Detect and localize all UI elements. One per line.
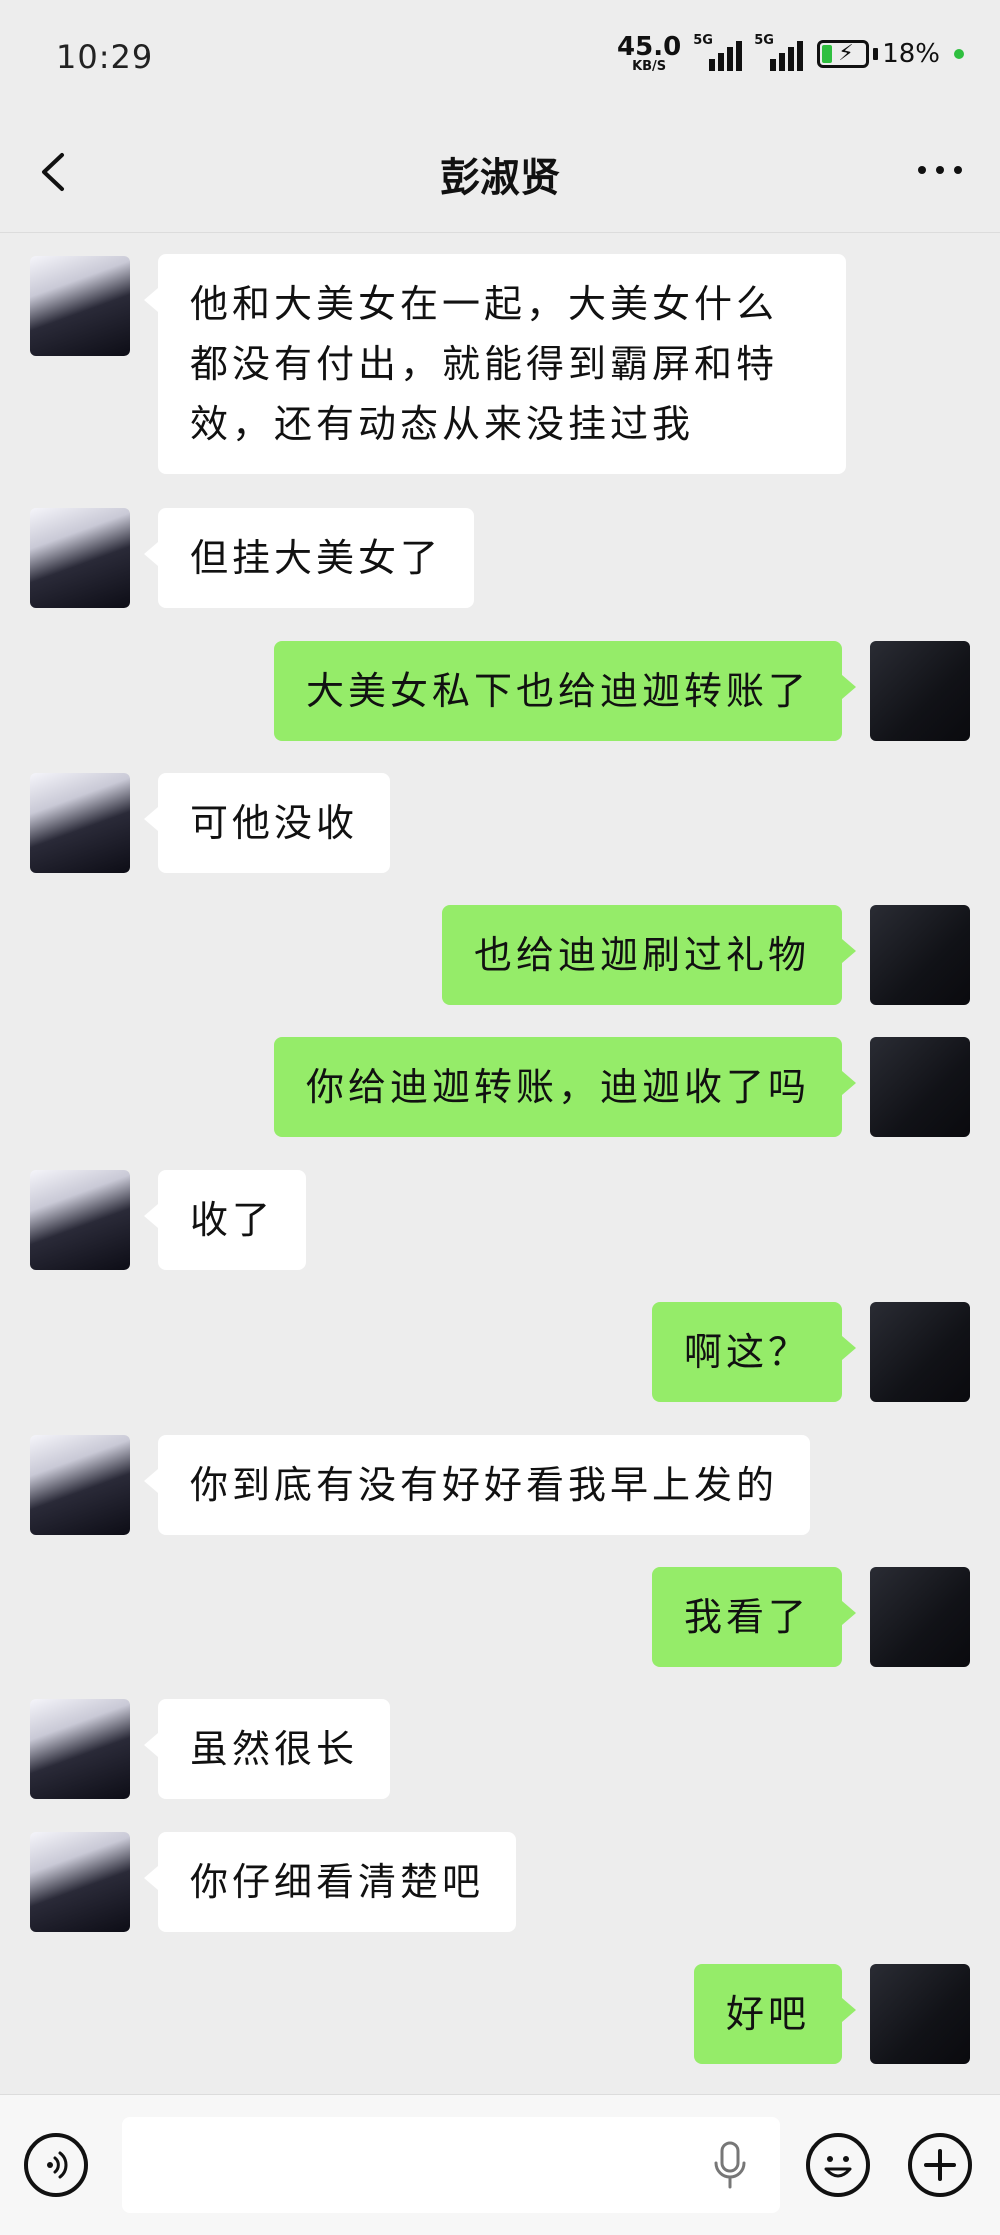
more-button[interactable]	[910, 155, 970, 185]
emoji-icon	[824, 2156, 852, 2178]
microphone-icon[interactable]	[712, 2141, 748, 2191]
user-avatar[interactable]	[870, 1302, 970, 1402]
contact-avatar[interactable]	[30, 1832, 130, 1932]
contact-avatar[interactable]	[30, 1435, 130, 1535]
message-bubble-outgoing[interactable]: 啊这？	[651, 1302, 857, 1402]
message-input[interactable]	[122, 2117, 780, 2213]
signal-label-1: 5G	[693, 32, 713, 48]
plus-icon	[924, 2149, 956, 2181]
message-bubble-outgoing[interactable]: 大美女私下也给迪迦转账了	[273, 641, 857, 741]
message-bubble-outgoing[interactable]: 你给迪迦转账，迪迦收了吗	[273, 1037, 857, 1137]
voice-toggle-button[interactable]	[24, 2133, 88, 2197]
chat-header: 彭淑贤	[0, 115, 1000, 233]
message-bubble-incoming[interactable]: 但挂大美女了	[143, 508, 475, 608]
status-indicators: 45.0 KB/S 5G 5G ⚡ 18%	[617, 33, 964, 73]
message-bubble-incoming[interactable]: 你仔细看清楚吧	[143, 1832, 517, 1932]
input-bar	[0, 2094, 1000, 2235]
status-bar: 10:29 45.0 KB/S 5G 5G ⚡ 18%	[0, 0, 1000, 115]
message-bubble-incoming[interactable]: 他和大美女在一起，大美女什么都没有付出，就能得到霸屏和特效，还有动态从来没挂过我	[144, 254, 846, 474]
user-avatar[interactable]	[870, 641, 970, 741]
message-bubble-outgoing[interactable]: 好吧	[693, 1964, 857, 2064]
user-avatar[interactable]	[870, 905, 970, 1005]
signal-icon-1: 5G	[693, 33, 743, 71]
more-functions-button[interactable]	[908, 2133, 972, 2197]
contact-avatar[interactable]	[30, 256, 130, 356]
voice-icon	[47, 2151, 68, 2179]
network-speed-value: 45.0	[617, 32, 682, 62]
message-bubble-incoming[interactable]: 可他没收	[143, 773, 391, 873]
signal-label-2: 5G	[754, 32, 774, 48]
message-bubble-incoming[interactable]: 你到底有没有好好看我早上发的	[143, 1435, 811, 1535]
message-bubble-incoming[interactable]: 收了	[143, 1170, 307, 1270]
signal-icon-2: 5G	[754, 33, 804, 71]
network-speed-unit: KB/S	[632, 59, 667, 74]
status-time: 10:29	[56, 38, 154, 76]
user-avatar[interactable]	[870, 1567, 970, 1667]
user-avatar[interactable]	[870, 1964, 970, 2064]
message-bubble-outgoing[interactable]: 我看了	[651, 1567, 857, 1667]
message-bubble-outgoing[interactable]: 也给迪迦刷过礼物	[441, 905, 857, 1005]
privacy-indicator-dot	[954, 48, 964, 59]
battery-percent: 18%	[882, 38, 940, 69]
user-avatar[interactable]	[870, 1037, 970, 1137]
contact-avatar[interactable]	[30, 1699, 130, 1799]
message-bubble-incoming[interactable]: 虽然很长	[143, 1699, 391, 1799]
chat-title: 彭淑贤	[440, 155, 560, 201]
battery-icon: ⚡ 18%	[817, 39, 940, 69]
emoji-button[interactable]	[806, 2133, 870, 2197]
network-speed: 45.0 KB/S	[617, 34, 681, 73]
contact-avatar[interactable]	[30, 1170, 130, 1270]
more-dots-icon	[918, 166, 926, 174]
contact-avatar[interactable]	[30, 508, 130, 608]
contact-avatar[interactable]	[30, 773, 130, 873]
